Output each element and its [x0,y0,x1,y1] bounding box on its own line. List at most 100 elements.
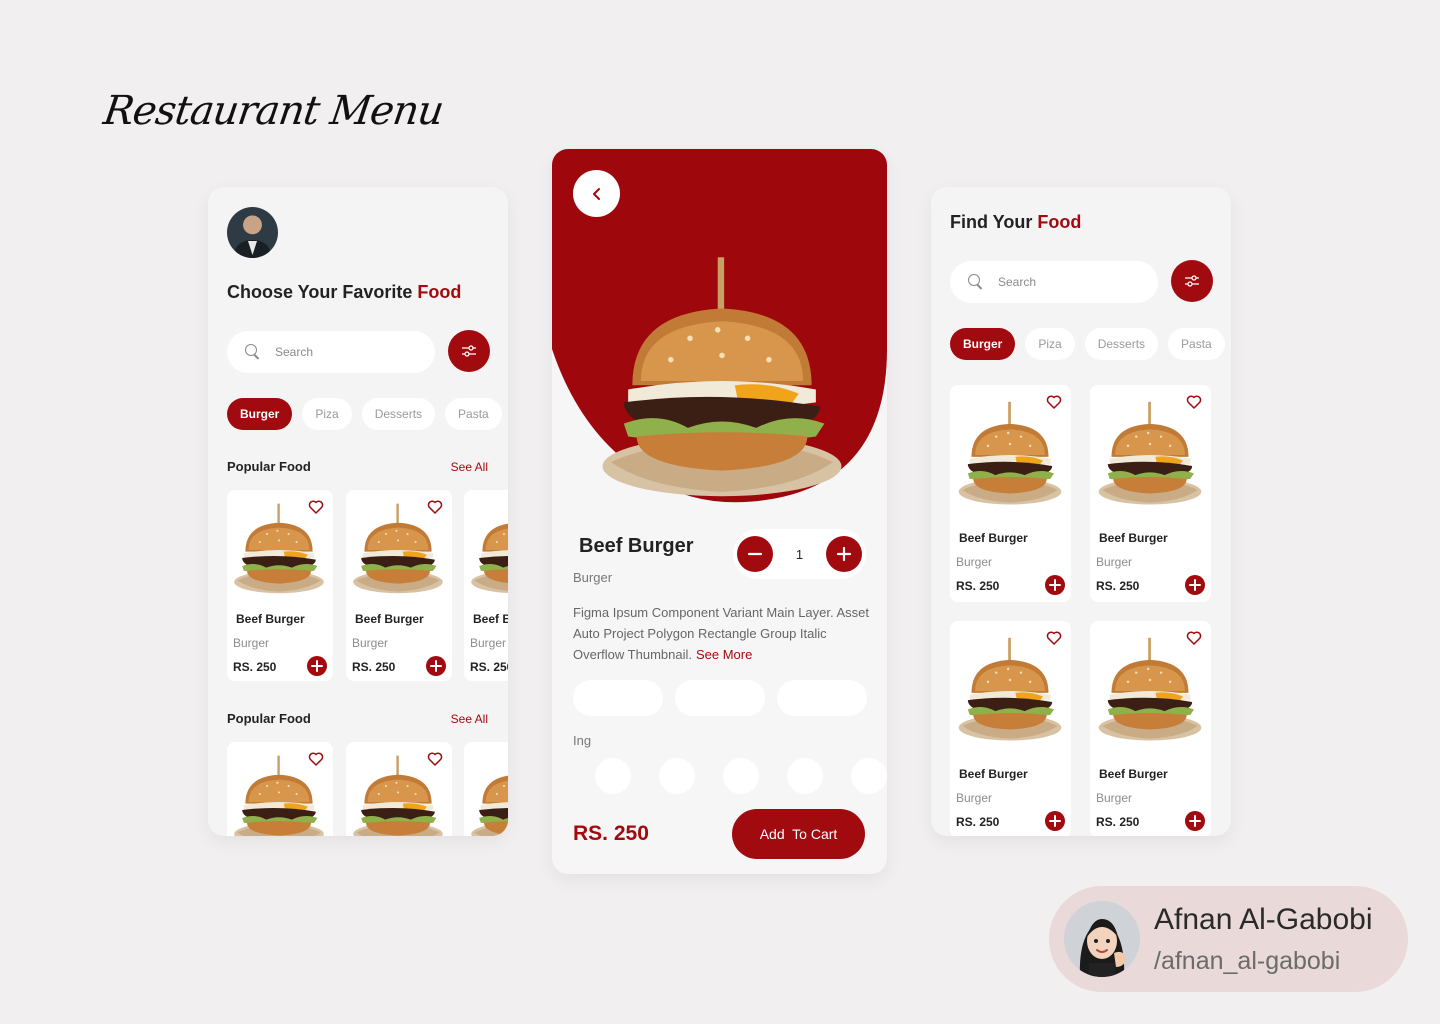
quantity-value: 1 [795,546,804,562]
chip-piza[interactable]: Piza [1025,328,1075,360]
burger-image [955,395,1065,515]
chip-burger[interactable]: Burger [227,398,293,430]
food-title: Beef Burger [579,535,694,557]
chip-desserts[interactable]: Desserts [1084,328,1159,360]
food-category: Burger [1096,555,1133,569]
add-button[interactable] [1185,811,1205,831]
search-placeholder: Search [998,275,1037,289]
plus-icon [1189,579,1201,591]
increase-button[interactable] [825,536,862,572]
category-chips: Burger Piza Desserts Pasta [227,398,502,430]
option-pill[interactable] [675,680,765,716]
plus-icon [430,660,442,672]
add-to-cart-button[interactable]: Add To Cart [732,809,865,859]
add-button[interactable] [1045,575,1065,595]
search-input[interactable]: Search [950,261,1158,303]
burger-image [1095,395,1205,515]
minus-icon [747,552,763,556]
memoji-image [1064,901,1140,977]
title-accent: Food [417,282,462,302]
chip-burger[interactable]: Burger [950,328,1016,360]
food-name: Beef Burger [236,612,305,626]
food-card[interactable]: Beef Burger Burger RS. 250 [950,385,1071,602]
back-button[interactable] [573,170,620,217]
food-card[interactable]: Beef Burger Burger RS. 250 [1090,385,1211,602]
food-price: RS. 250 [233,660,277,674]
burger-image [1095,631,1205,751]
food-name: Beef Burger [1099,767,1168,781]
see-all-link[interactable]: See All [451,460,488,474]
section-header: Popular Food See All [227,459,488,474]
home-screen: Choose Your Favorite Food Search Burger … [208,187,508,836]
sliders-icon [460,342,478,360]
section-header: Popular Food See All [227,711,488,726]
search-input[interactable]: Search [227,331,435,373]
title-text: Choose Your Favorite [227,282,418,302]
food-price: RS. 250 [1096,579,1140,593]
chip-pasta[interactable]: Pasta [445,398,502,430]
ingredient-item[interactable] [851,758,887,794]
add-button[interactable] [307,656,327,676]
chevron-left-icon [592,187,600,200]
plus-icon [836,546,852,562]
plus-icon [311,660,323,672]
title-text: Find Your [950,212,1038,232]
ingredient-item[interactable] [595,758,631,794]
plus-icon [1049,815,1061,827]
search-icon [245,344,261,360]
food-category: Burger [573,570,613,585]
heart-icon[interactable] [1045,629,1063,647]
food-card[interactable]: Beef Burger Burger RS. 250 [227,490,333,681]
heart-icon[interactable] [1185,629,1203,647]
food-card[interactable]: Beef Burger Burger RS. 250 [464,490,508,681]
food-category: Burger [956,555,993,569]
food-card[interactable]: Beef Burger Burger RS. 250 [950,621,1071,836]
heart-icon[interactable] [307,498,325,516]
decrease-button[interactable] [737,536,773,572]
see-more-link[interactable]: See More [696,647,752,662]
canvas: Restaurant Menu Choose Your Favorite Foo… [0,0,1440,1024]
heart-icon[interactable] [1045,393,1063,411]
ingredient-item[interactable] [659,758,695,794]
chip-piza[interactable]: Piza [302,398,352,430]
food-card[interactable]: Beef Burger Burger RS. 250 [346,490,452,681]
heart-icon[interactable] [426,498,444,516]
food-category: Burger [956,791,993,805]
add-button[interactable] [1045,811,1065,831]
heart-icon[interactable] [426,750,444,768]
food-description: Figma Ipsum Component Variant Main Layer… [573,602,873,665]
avatar[interactable] [227,207,278,258]
burger-image [955,631,1065,751]
find-screen: Find Your Food Search Burger Piza Desser… [931,187,1231,836]
ingredient-item[interactable] [787,758,823,794]
food-price: RS. 250 [956,815,1000,829]
food-category: Burger [233,636,270,650]
page-heading: Restaurant Menu [100,88,446,134]
food-card[interactable] [227,742,333,836]
chip-pasta[interactable]: Pasta [1168,328,1225,360]
plus-icon [1049,579,1061,591]
option-pill[interactable] [573,680,663,716]
add-button[interactable] [426,656,446,676]
chip-desserts[interactable]: Desserts [361,398,436,430]
author-handle[interactable]: /afnan_al-gabobi [1154,947,1340,976]
food-card[interactable] [464,742,508,836]
food-price: RS. 250 [956,579,1000,593]
food-price: RS. 250 [352,660,396,674]
sliders-icon [1183,272,1201,290]
author-name: Afnan Al-Gabobi [1154,903,1373,936]
heart-icon[interactable] [1185,393,1203,411]
add-button[interactable] [1185,575,1205,595]
ingredients-list [595,758,887,794]
search-placeholder: Search [275,345,314,359]
ingredient-item[interactable] [723,758,759,794]
food-card[interactable] [346,742,452,836]
option-pill[interactable] [777,680,867,716]
see-all-link[interactable]: See All [451,712,488,726]
food-name: Beef Burger [473,612,508,626]
food-card[interactable]: Beef Burger Burger RS. 250 [1090,621,1211,836]
quantity-stepper: 1 [733,529,866,579]
filter-button[interactable] [1171,260,1213,302]
heart-icon[interactable] [307,750,325,768]
filter-button[interactable] [448,330,490,372]
